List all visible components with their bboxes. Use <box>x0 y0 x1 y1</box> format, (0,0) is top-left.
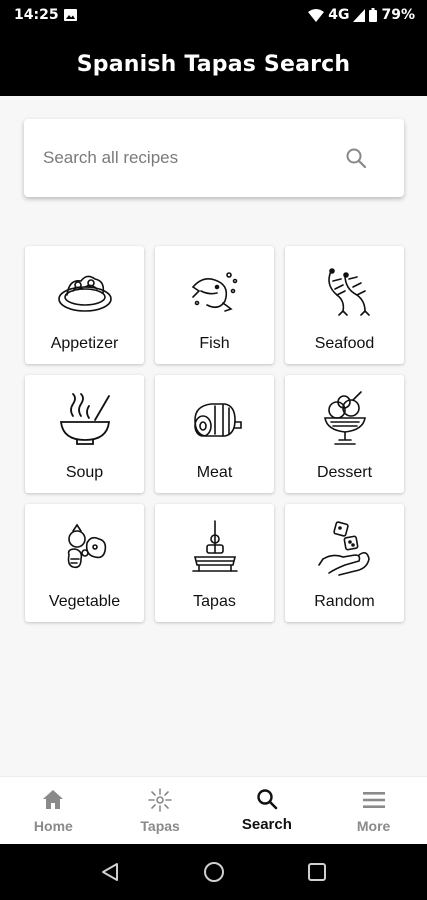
search-icon <box>257 789 278 810</box>
nav-label: Search <box>241 816 292 833</box>
nav-label: Home <box>33 818 73 834</box>
signal-icon <box>353 8 366 22</box>
battery-icon <box>369 8 378 22</box>
category-appetizer[interactable]: Appetizer <box>25 246 144 364</box>
category-label: Dessert <box>316 464 373 481</box>
menu-icon <box>362 792 385 808</box>
home-icon <box>43 790 64 809</box>
appetizer-platter-icon <box>57 275 112 312</box>
vegetables-icon <box>67 523 106 569</box>
system-navigation-bar <box>0 844 427 900</box>
category-label: Random <box>314 593 375 610</box>
nav-item-home[interactable]: Home <box>0 777 107 844</box>
shrimp-icon <box>327 268 370 316</box>
status-time: 14:25 <box>14 7 59 23</box>
category-grid: Appetizer Fish Seafood Soup Meat Dessert… <box>25 246 404 622</box>
status-bar: 14:25 4G 79% <box>0 0 427 32</box>
category-vegetable[interactable]: Vegetable <box>25 504 144 622</box>
home-circle-icon[interactable] <box>202 860 226 884</box>
soup-bowl-icon <box>59 393 110 445</box>
category-seafood[interactable]: Seafood <box>285 246 404 364</box>
category-dessert[interactable]: Dessert <box>285 375 404 493</box>
category-meat[interactable]: Meat <box>155 375 274 493</box>
tapas-skewer-icon <box>191 520 238 572</box>
dice-hand-icon <box>317 521 370 576</box>
category-soup[interactable]: Soup <box>25 375 144 493</box>
fish-icon <box>191 272 237 312</box>
search-input[interactable]: Search all recipes <box>24 119 404 197</box>
category-label: Soup <box>65 464 104 481</box>
status-icons: 4G 79% <box>308 7 415 23</box>
network-type: 4G <box>328 7 350 23</box>
nav-item-tapas[interactable]: Tapas <box>107 777 214 844</box>
back-icon[interactable] <box>98 860 122 884</box>
meat-ham-icon <box>193 403 242 437</box>
search-placeholder: Search all recipes <box>43 148 179 167</box>
category-random[interactable]: Random <box>285 504 404 622</box>
category-label: Vegetable <box>48 593 121 610</box>
nav-label: More <box>356 818 391 834</box>
battery-percent: 79% <box>381 7 415 23</box>
app-bar: Spanish Tapas Search <box>0 32 427 96</box>
category-label: Fish <box>199 335 230 352</box>
category-label: Appetizer <box>50 335 119 352</box>
recents-square-icon[interactable] <box>305 860 329 884</box>
wifi-icon <box>308 8 325 22</box>
ice-cream-sundae-icon <box>323 391 366 445</box>
tapas-sparkle-icon <box>148 788 172 812</box>
nav-label: Tapas <box>140 818 180 834</box>
image-notification-icon <box>64 9 77 21</box>
category-fish[interactable]: Fish <box>155 246 274 364</box>
bottom-navigation: Home Tapas Search More <box>0 776 427 844</box>
category-label: Seafood <box>314 335 375 352</box>
nav-item-search[interactable]: Search <box>214 777 321 844</box>
category-label: Meat <box>196 464 233 481</box>
page-title: Spanish Tapas Search <box>76 51 351 77</box>
search-icon[interactable] <box>344 146 368 170</box>
category-label: Tapas <box>193 593 236 610</box>
category-tapas[interactable]: Tapas <box>155 504 274 622</box>
nav-item-more[interactable]: More <box>320 777 427 844</box>
